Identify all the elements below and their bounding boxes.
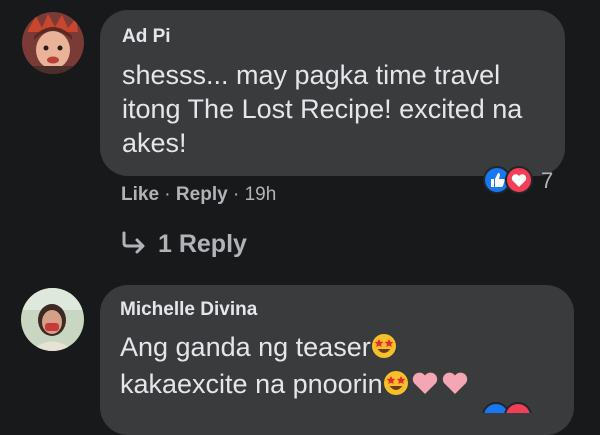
star-struck-emoji-icon <box>371 333 397 367</box>
comment-line-text: Ang ganda ng teaser <box>120 332 371 362</box>
comment-author[interactable]: Ad Pi <box>122 26 171 48</box>
comment-actions: Like · Reply · 19h <box>121 184 276 206</box>
replies-label: 1 Reply <box>158 230 247 258</box>
pink-heart-emoji-icon <box>441 370 469 404</box>
comment-bubble: Ad Pi shesss... may pagka time travel it… <box>100 10 565 176</box>
avatar-ad-pi[interactable] <box>22 12 84 74</box>
love-icon <box>504 402 532 413</box>
pink-heart-emoji-icon <box>411 370 439 404</box>
view-replies-link[interactable]: 1 Reply <box>120 230 247 262</box>
comment-text: shesss... may pagka time travel itong Th… <box>122 60 523 158</box>
reaction-summary[interactable]: 7 <box>483 164 573 196</box>
comment-line: Ang ganda ng teaser <box>120 330 565 367</box>
reply-action[interactable]: Reply <box>176 184 228 205</box>
separator: · <box>227 184 245 205</box>
reply-arrow-icon <box>120 231 148 262</box>
comment-timestamp[interactable]: 19h <box>245 184 277 205</box>
comment-text: Ang ganda ng teaser kakaexcite na pnoori… <box>120 330 565 404</box>
comment-author[interactable]: Michelle Divina <box>120 299 257 321</box>
comment-line-text: kakaexcite na pnoorin <box>120 369 383 399</box>
comment-line: kakaexcite na pnoorin <box>120 367 565 404</box>
reaction-count: 7 <box>541 168 554 193</box>
star-struck-emoji-icon <box>383 370 409 404</box>
separator: · <box>159 184 176 205</box>
reaction-summary[interactable] <box>482 402 542 413</box>
like-action[interactable]: Like <box>121 184 159 205</box>
love-icon <box>505 166 533 199</box>
avatar-michelle-divina[interactable] <box>21 288 84 351</box>
